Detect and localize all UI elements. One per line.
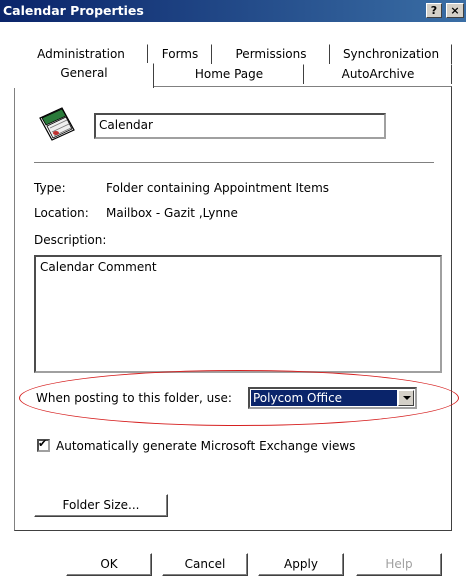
posting-form-label: When posting to this folder, use: <box>36 391 232 405</box>
help-button[interactable]: Help <box>356 553 442 576</box>
location-label: Location: <box>34 206 89 220</box>
tab-label: Permissions <box>235 47 307 61</box>
posting-form-value: Polycom Office <box>251 390 397 406</box>
tab-home-page[interactable]: Home Page <box>154 64 304 84</box>
chevron-down-icon[interactable] <box>398 390 414 406</box>
tab-autoarchive[interactable]: AutoArchive <box>304 64 452 84</box>
tab-synchronization[interactable]: Synchronization <box>330 44 452 64</box>
folder-name-input[interactable]: Calendar <box>94 113 386 139</box>
properties-dialog: Calendar Properties ? × Administration F… <box>0 0 466 585</box>
help-title-button[interactable]: ? <box>426 3 442 18</box>
tab-label: Administration <box>37 47 125 61</box>
tab-general[interactable]: General <box>14 63 154 88</box>
tab-forms[interactable]: Forms <box>148 44 212 64</box>
tab-label: Synchronization <box>342 47 440 61</box>
calendar-folder-icon <box>39 107 75 141</box>
description-label: Description: <box>34 233 107 247</box>
auto-views-checkbox[interactable] <box>37 437 50 452</box>
tab-label: General <box>60 66 108 80</box>
ok-button[interactable]: OK <box>66 553 152 576</box>
apply-button[interactable]: Apply <box>258 553 344 576</box>
cancel-button[interactable]: Cancel <box>162 553 248 576</box>
tab-permissions[interactable]: Permissions <box>212 44 330 64</box>
window-title: Calendar Properties <box>3 3 144 18</box>
posting-form-select[interactable]: Polycom Office <box>248 387 417 409</box>
type-label: Type: <box>34 181 66 195</box>
separator <box>34 162 434 164</box>
close-title-button[interactable]: × <box>446 3 464 18</box>
description-textarea[interactable]: Calendar Comment <box>34 255 442 373</box>
folder-size-button[interactable]: Folder Size... <box>34 494 168 517</box>
tab-label: Forms <box>161 47 199 61</box>
tab-administration[interactable]: Administration <box>14 44 148 64</box>
tab-label: Home Page <box>194 67 264 81</box>
auto-views-label: Automatically generate Microsoft Exchang… <box>56 439 356 453</box>
title-bar: Calendar Properties <box>0 0 466 22</box>
tab-label: AutoArchive <box>341 67 415 81</box>
location-value: Mailbox - Gazit ,Lynne <box>106 206 238 220</box>
type-value: Folder containing Appointment Items <box>106 181 330 195</box>
